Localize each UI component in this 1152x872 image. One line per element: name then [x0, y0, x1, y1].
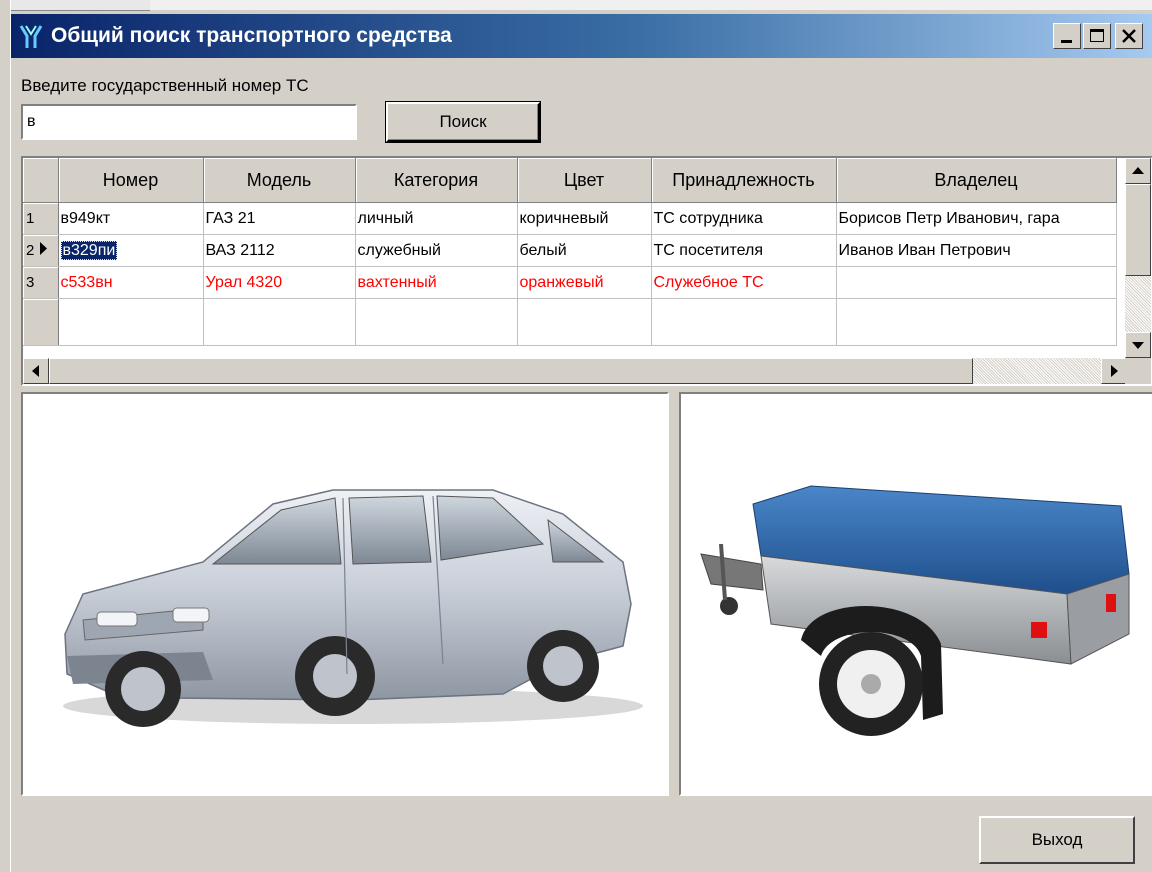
table-row-selected[interactable]: 2 в329пи ВАЗ 2112 служебный белый ТС пос…	[23, 234, 1117, 267]
plate-number-input[interactable]	[21, 104, 357, 140]
desktop-background-top	[0, 0, 1152, 11]
table-row-empty	[23, 298, 1117, 346]
trailer-photo-panel	[679, 392, 1152, 796]
arrow-left-icon	[32, 365, 39, 377]
cell-number[interactable]: с533вн	[58, 266, 204, 299]
current-row-arrow-icon	[39, 242, 47, 255]
maximize-button[interactable]	[1083, 23, 1111, 49]
car-photo-panel	[21, 392, 669, 796]
cell-owner[interactable]: Иванов Иван Петрович	[836, 234, 1117, 267]
column-header-color[interactable]: Цвет	[517, 158, 652, 203]
trailer-photo	[700, 485, 1130, 736]
cell-ownership[interactable]: Служебное ТС	[651, 266, 837, 299]
vertical-scrollbar[interactable]	[1125, 158, 1151, 358]
close-button[interactable]	[1115, 23, 1143, 49]
cell-ownership[interactable]: ТС посетителя	[651, 234, 837, 267]
column-header-owner[interactable]: Владелец	[836, 158, 1117, 203]
scroll-down-button[interactable]	[1125, 332, 1151, 358]
cell-number[interactable]: в329пи	[58, 234, 204, 267]
column-header-ownership[interactable]: Принадлежность	[651, 158, 837, 203]
column-header-number[interactable]: Номер	[58, 158, 204, 203]
cell-model[interactable]: ГАЗ 21	[203, 202, 356, 235]
cell-number[interactable]: в949кт	[58, 202, 204, 235]
arrow-right-icon	[1111, 365, 1118, 377]
minimize-button[interactable]	[1053, 23, 1081, 49]
column-header-category[interactable]: Категория	[355, 158, 518, 203]
cell-model[interactable]: Урал 4320	[203, 266, 356, 299]
car-photo	[63, 489, 643, 727]
row-number[interactable]: 2	[23, 234, 59, 267]
arrow-down-icon	[1132, 342, 1144, 349]
cell-owner[interactable]	[836, 266, 1117, 299]
horizontal-scroll-thumb[interactable]	[49, 358, 973, 384]
cell-color[interactable]: белый	[517, 234, 652, 267]
row-header-corner	[23, 158, 59, 203]
window-title: Общий поиск транспортного средства	[51, 24, 452, 47]
scroll-left-button[interactable]	[23, 358, 49, 384]
vehicle-table: Номер Модель Категория Цвет Принадлежнос…	[21, 156, 1152, 386]
column-header-model[interactable]: Модель	[203, 158, 356, 203]
scroll-right-button[interactable]	[1101, 358, 1127, 384]
app-icon	[19, 25, 43, 48]
cell-color[interactable]: оранжевый	[517, 266, 652, 299]
arrow-up-icon	[1132, 167, 1144, 174]
search-button[interactable]: Поиск	[385, 101, 541, 143]
maximize-icon	[1090, 29, 1104, 42]
minimize-icon	[1061, 40, 1072, 43]
cell-owner[interactable]: Борисов Петр Иванович, гара	[836, 202, 1117, 235]
cell-category[interactable]: служебный	[355, 234, 518, 267]
scroll-up-button[interactable]	[1125, 158, 1151, 184]
table-row[interactable]: 1 в949кт ГАЗ 21 личный коричневый ТС сот…	[23, 202, 1117, 235]
vertical-scroll-thumb[interactable]	[1125, 184, 1151, 276]
row-number[interactable]: 3	[23, 266, 59, 299]
table-row[interactable]: 3 с533вн Урал 4320 вахтенный оранжевый С…	[23, 266, 1117, 299]
title-bar[interactable]: Общий поиск транспортного средства	[11, 14, 1152, 58]
cell-ownership[interactable]: ТС сотрудника	[651, 202, 837, 235]
row-number[interactable]: 1	[23, 202, 59, 235]
close-icon	[1122, 29, 1136, 43]
horizontal-scrollbar[interactable]	[23, 358, 1127, 384]
cell-category[interactable]: личный	[355, 202, 518, 235]
scrollbar-corner	[1125, 358, 1151, 384]
exit-button[interactable]: Выход	[979, 816, 1135, 864]
cell-color[interactable]: коричневый	[517, 202, 652, 235]
plate-number-label: Введите государственный номер ТС	[21, 76, 309, 95]
cell-category[interactable]: вахтенный	[355, 266, 518, 299]
cell-model[interactable]: ВАЗ 2112	[203, 234, 356, 267]
search-vehicle-window: Общий поиск транспортного средства Введи…	[10, 14, 1152, 872]
